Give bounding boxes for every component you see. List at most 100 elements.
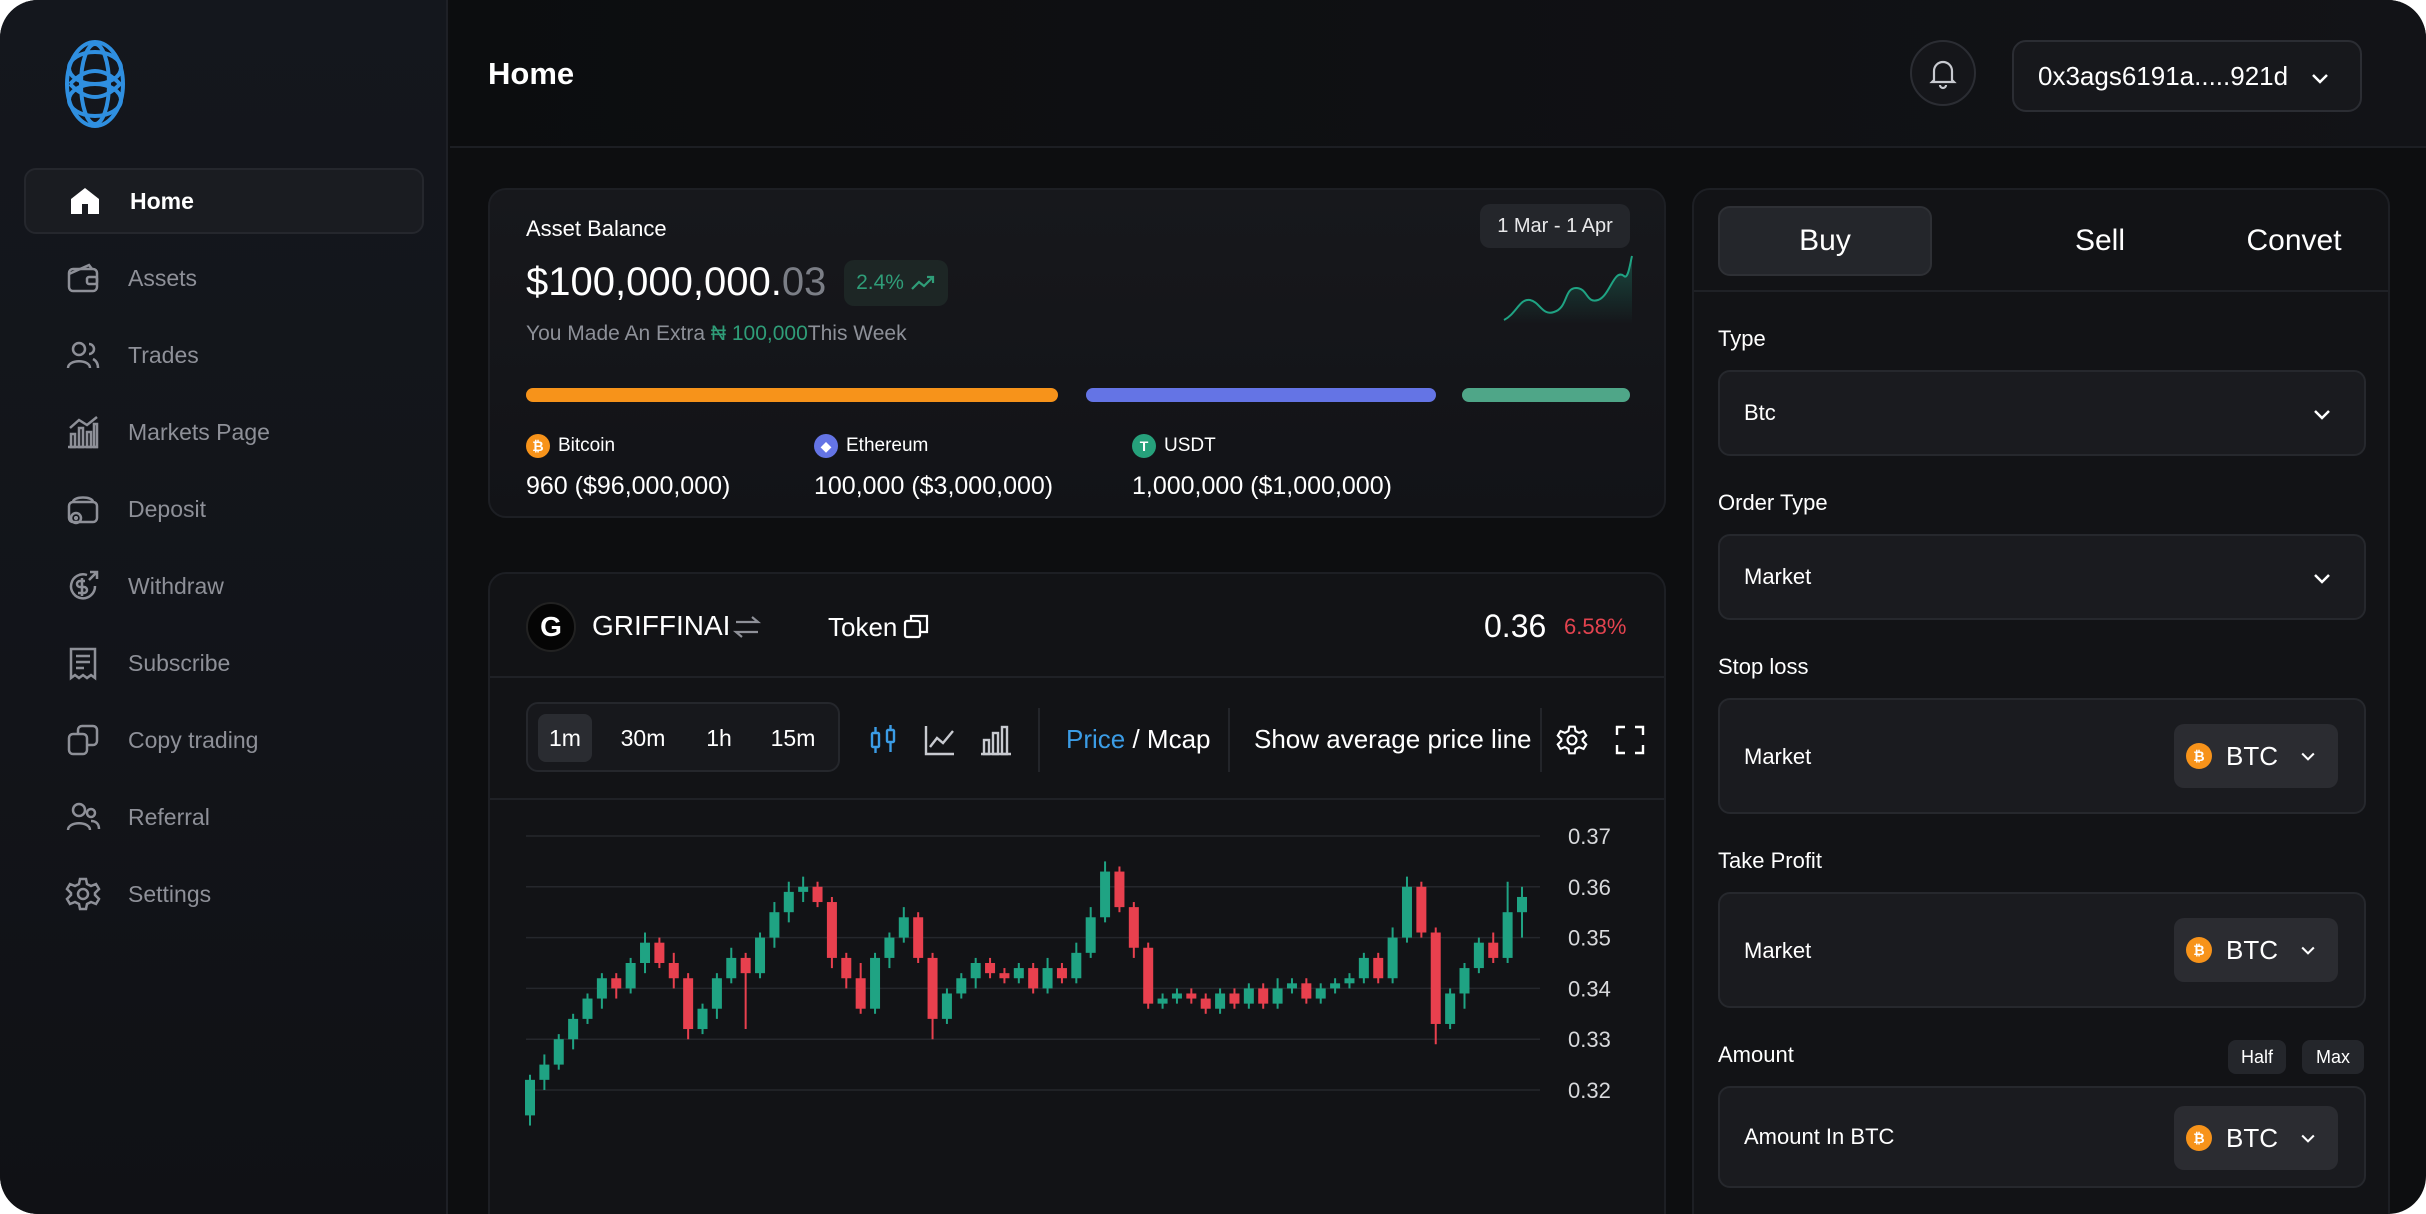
timeframe-1h[interactable]: 1h (692, 714, 746, 762)
candle-body (1200, 998, 1211, 1009)
stop-loss-field[interactable]: Market ₿ BTC (1718, 698, 2366, 814)
candle (740, 952, 751, 1030)
candle (812, 881, 823, 908)
amount-coin-select[interactable]: ₿ BTC (2174, 1106, 2338, 1170)
candle (755, 932, 766, 979)
candle-body (1272, 988, 1283, 1004)
candle (1445, 988, 1456, 1030)
candle-body (1128, 907, 1139, 948)
tab-convert[interactable]: Convet (2214, 206, 2374, 276)
amount-input[interactable]: Amount In BTC (1744, 1124, 1894, 1150)
price-mcap-toggle[interactable]: Price / Mcap (1066, 724, 1211, 755)
balance-title: Asset Balance (526, 216, 667, 241)
coin-value: ($1,000,000) (1250, 472, 1392, 500)
candle-body (1186, 993, 1197, 999)
timeframe-30m[interactable]: 30m (608, 714, 678, 762)
average-price-line-toggle[interactable]: Show average price line (1254, 724, 1532, 755)
candle (1085, 907, 1096, 958)
max-button[interactable]: Max (2302, 1040, 2364, 1074)
coin-label: BTC (2226, 740, 2278, 771)
candle (640, 932, 651, 974)
sidebar-item-settings[interactable]: Settings (24, 861, 424, 927)
date-range-button[interactable]: 1 Mar - 1 Apr (1480, 204, 1630, 248)
coin-label: BTC (2226, 1122, 2278, 1153)
candle-body (826, 902, 837, 958)
candle-body (1071, 952, 1082, 979)
take-profit-field[interactable]: Market ₿ BTC (1718, 892, 2366, 1008)
candle (525, 1074, 535, 1126)
usdt-icon: T (1132, 434, 1156, 458)
mcap-label: / Mcap (1125, 724, 1211, 754)
candle (1473, 937, 1484, 974)
candle-body (640, 942, 651, 963)
candle-body (1502, 912, 1513, 958)
amount-field[interactable]: Amount In BTC ₿ BTC (1718, 1086, 2366, 1188)
timeframe-15m[interactable]: 15m (758, 714, 828, 762)
bar-chart-icon[interactable] (978, 722, 1014, 758)
type-select[interactable]: Btc (1718, 370, 2366, 456)
candle (841, 952, 852, 989)
referral-icon (64, 798, 102, 836)
candle (898, 907, 909, 943)
candle (970, 957, 981, 989)
sidebar-item-withdraw[interactable]: Withdraw (24, 553, 424, 619)
bitcoin-icon: ₿ (2186, 743, 2212, 769)
deposit-icon (64, 490, 102, 528)
candle (1301, 978, 1312, 1004)
timeframe-1m[interactable]: 1m (538, 714, 592, 762)
copy-icon[interactable] (902, 612, 930, 640)
candle-body (1373, 957, 1384, 979)
candle-body (1258, 988, 1269, 1004)
tab-sell[interactable]: Sell (2030, 206, 2170, 276)
balance-sub-amount: ₦ 100,000 (710, 322, 808, 345)
sidebar-item-trades[interactable]: Trades (24, 322, 424, 388)
timeframe-group: 1m 30m 1h 15m (526, 702, 840, 772)
usdt-allocation-bar (1462, 388, 1630, 402)
half-button[interactable]: Half (2228, 1040, 2286, 1074)
page-title: Home (488, 56, 575, 91)
candle (1243, 983, 1254, 1009)
candle-body (913, 917, 924, 958)
sidebar-item-assets[interactable]: Assets (24, 245, 424, 311)
candle-body (855, 978, 866, 1009)
sidebar-item-label: Assets (128, 264, 198, 291)
wallet-dropdown[interactable]: 0x3ags6191a.....921d (2012, 40, 2362, 112)
order-type-select[interactable]: Market (1718, 534, 2366, 620)
sidebar-item-label: Home (130, 187, 194, 214)
candle (1258, 983, 1269, 1009)
candle (1373, 952, 1384, 984)
stop-loss-coin-select[interactable]: ₿ BTC (2174, 724, 2338, 788)
take-profit-value: Market (1744, 938, 1812, 963)
candle-body (884, 937, 895, 958)
wallet-icon (64, 259, 102, 297)
candle-body (1056, 968, 1067, 979)
sidebar-item-subscribe[interactable]: Subscribe (24, 630, 424, 696)
line-chart-icon[interactable] (922, 722, 958, 758)
take-profit-coin-select[interactable]: ₿ BTC (2174, 918, 2338, 982)
y-tick-label: 0.34 (1568, 976, 1611, 1001)
candle (1430, 927, 1441, 1045)
candle (927, 952, 938, 1040)
candle-body (1143, 947, 1154, 1004)
sidebar-item-deposit[interactable]: Deposit (24, 476, 424, 542)
tab-buy[interactable]: Buy (1718, 206, 1932, 276)
coin-amount: 100,000 (814, 472, 905, 500)
sidebar-item-copy-trading[interactable]: Copy trading (24, 707, 424, 773)
settings-icon[interactable] (1556, 724, 1588, 756)
notifications-button[interactable] (1910, 40, 1976, 106)
swap-icon[interactable] (732, 612, 762, 642)
fullscreen-icon[interactable] (1614, 724, 1646, 756)
candlestick-chart: 0.37 0.36 0.35 0.34 0.33 0.32 (525, 824, 1611, 1126)
candle-body (1301, 983, 1312, 999)
candle-body (611, 978, 622, 989)
candle-body (769, 912, 780, 938)
candle-body (683, 978, 694, 1030)
candle-body (1473, 942, 1484, 969)
candle-body (956, 978, 967, 994)
candle (553, 1034, 564, 1070)
sidebar-item-referral[interactable]: Referral (24, 784, 424, 850)
sidebar-item-markets[interactable]: Markets Page (24, 399, 424, 465)
candlestick-icon[interactable] (866, 722, 902, 758)
sidebar-item-home[interactable]: Home (24, 168, 424, 234)
candle (826, 896, 837, 969)
